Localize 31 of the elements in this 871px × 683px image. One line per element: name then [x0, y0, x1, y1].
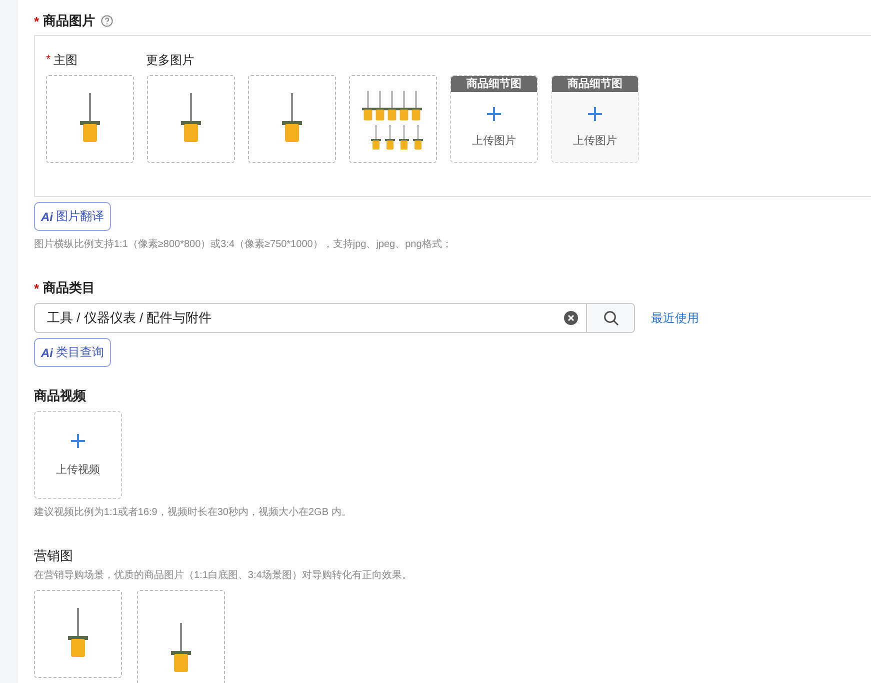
- upload-label: 上传图片: [573, 134, 617, 148]
- hint-text: 图片横纵比例支持1:1（像素≥800*800）或3:4（像素≥750*1000），支持jpg、jpeg、png格式；: [34, 238, 453, 251]
- tile-header: 商品细节图: [552, 76, 638, 92]
- required-mark: *: [34, 14, 40, 28]
- video-upload-tile[interactable]: 上传视频: [34, 411, 122, 499]
- help-icon: [101, 15, 114, 27]
- upload-tile[interactable]: 商品细节图 上传图片: [551, 75, 639, 163]
- required-mark: *: [34, 280, 40, 296]
- field-label: 商品图片: [43, 12, 96, 30]
- field-label: 营销图: [34, 547, 73, 565]
- plus-icon: [588, 106, 602, 120]
- required-mark: *: [46, 52, 51, 68]
- plus-icon: [487, 106, 501, 120]
- hint-text: 在营销导购场景，优质的商品图片（1:1白底图、3:4场景图）对导购转化有正向效果。: [34, 568, 413, 582]
- ai-button[interactable]: Ai 图片翻译: [34, 202, 111, 231]
- upload-tile[interactable]: 商品细节图 上传图片: [450, 75, 538, 163]
- upload-label: 上传视频: [56, 462, 100, 476]
- search-icon: [602, 310, 618, 326]
- upload-label: 上传图片: [472, 134, 516, 148]
- search-button[interactable]: [587, 303, 635, 333]
- tile-header: 商品细节图: [451, 76, 537, 92]
- clear-icon: [564, 311, 578, 325]
- field-label: 商品视频: [34, 387, 86, 405]
- plus-icon: [71, 434, 85, 448]
- more-images-label: 更多图片: [146, 52, 194, 68]
- field-label: 商品类目: [43, 279, 96, 297]
- hint-text: 建议视频比例为1:1或者16:9，视频时长在30秒内，视频大小在2GB 内。: [34, 506, 352, 519]
- category-field[interactable]: 工具 / 仪器仪表 / 配件与附件: [34, 303, 587, 333]
- recent-link[interactable]: 最近使用: [651, 310, 699, 326]
- ai-button[interactable]: Ai 类目查询: [34, 338, 111, 367]
- main-image-label: 主图: [54, 52, 78, 68]
